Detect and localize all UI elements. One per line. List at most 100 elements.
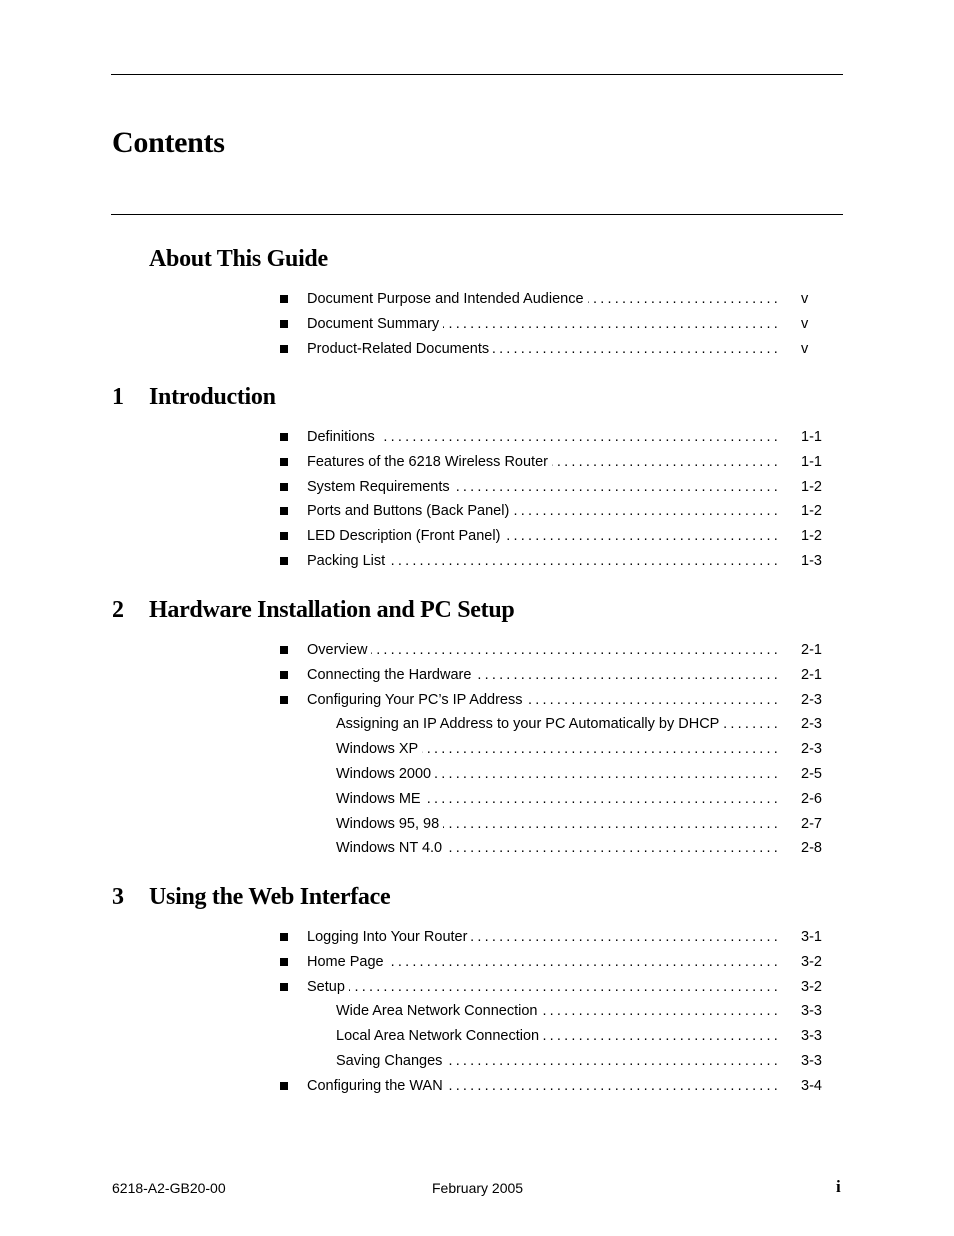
toc-entry[interactable]: Features of the 6218 Wireless Router....… <box>0 453 954 478</box>
entry-page-number[interactable]: 2-3 <box>801 691 822 709</box>
entry-page-number[interactable]: v <box>801 340 808 358</box>
entry-label[interactable]: Windows 95, 98 <box>336 815 443 833</box>
toc-entry[interactable]: System Requirements.....................… <box>0 478 954 503</box>
toc-entry[interactable]: Home Page...............................… <box>0 953 954 978</box>
toc-entry[interactable]: Product-Related Documents...............… <box>0 340 954 365</box>
toc-entry[interactable]: LED Description (Front Panel)...........… <box>0 527 954 552</box>
section-title: Using the Web Interface <box>149 884 391 910</box>
dot-leader: ........................................… <box>447 1077 781 1094</box>
entry-label[interactable]: System Requirements <box>307 478 454 496</box>
square-bullet-icon <box>280 1081 288 1090</box>
toc-entry[interactable]: Overview................................… <box>0 641 954 666</box>
entry-label[interactable]: Definitions <box>307 428 379 446</box>
toc-subentry[interactable]: Windows 2000............................… <box>0 765 954 790</box>
entry-page-number[interactable]: 1-1 <box>801 453 822 471</box>
entry-label[interactable]: Windows 2000 <box>336 765 435 783</box>
toc-entry[interactable]: Definitions.............................… <box>0 428 954 453</box>
entry-page-number[interactable]: 3-3 <box>801 1027 822 1045</box>
entry-label[interactable]: Setup <box>307 978 349 996</box>
entry-label[interactable]: Packing List <box>307 552 389 570</box>
dot-leader: ........................................… <box>435 765 781 782</box>
entry-page-number[interactable]: 3-4 <box>801 1077 822 1095</box>
entry-label[interactable]: Document Summary <box>307 315 443 333</box>
entry-label[interactable]: Windows ME <box>336 790 425 808</box>
square-bullet-icon <box>280 457 288 466</box>
entry-page-number[interactable]: 2-3 <box>801 715 822 733</box>
toc-subentry[interactable]: Windows NT 4.0..........................… <box>0 839 954 864</box>
toc-entry[interactable]: Ports and Buttons (Back Panel)..........… <box>0 502 954 527</box>
entry-main: Assigning an IP Address to your PC Autom… <box>336 715 781 733</box>
entry-label[interactable]: Overview <box>307 641 371 659</box>
toc-subentry[interactable]: Windows XP..............................… <box>0 740 954 765</box>
toc-entry[interactable]: Configuring the WAN.....................… <box>0 1077 954 1102</box>
toc-entry[interactable]: Document Purpose and Intended Audience..… <box>0 290 954 315</box>
section-heading: 2 Hardware Installation and PC Setup <box>0 597 954 627</box>
entry-label[interactable]: Configuring Your PC’s IP Address <box>307 691 527 709</box>
entry-label[interactable]: Local Area Network Connection <box>336 1027 543 1045</box>
square-bullet-icon <box>280 532 288 541</box>
footer-date: February 2005 <box>432 1180 524 1196</box>
entry-page-number[interactable]: 2-7 <box>801 815 822 833</box>
entry-main: Logging Into Your Router................… <box>307 928 781 946</box>
entry-label[interactable]: Product-Related Documents <box>307 340 493 358</box>
entry-page-number[interactable]: 3-3 <box>801 1052 822 1070</box>
entry-page-number[interactable]: 2-5 <box>801 765 822 783</box>
entry-page-number[interactable]: 2-8 <box>801 839 822 857</box>
toc-subentry[interactable]: Windows 95, 98..........................… <box>0 815 954 840</box>
entry-page-number[interactable]: 1-2 <box>801 527 822 545</box>
entry-page-number[interactable]: 1-3 <box>801 552 822 570</box>
entry-main: Saving Changes..........................… <box>336 1052 781 1070</box>
entry-page-number[interactable]: 3-2 <box>801 978 822 996</box>
toc-subentry[interactable]: Assigning an IP Address to your PC Autom… <box>0 715 954 740</box>
entry-label[interactable]: LED Description (Front Panel) <box>307 527 504 545</box>
entry-page-number[interactable]: 1-2 <box>801 478 822 496</box>
toc-subentry[interactable]: Local Area Network Connection...........… <box>0 1027 954 1052</box>
toc-section-introduction: 1 Introduction Definitions..............… <box>0 384 954 577</box>
entry-label[interactable]: Connecting the Hardware <box>307 666 475 684</box>
entry-main: Configuring the WAN.....................… <box>307 1077 781 1095</box>
entry-label[interactable]: Ports and Buttons (Back Panel) <box>307 502 513 520</box>
entry-page-number[interactable]: 2-6 <box>801 790 822 808</box>
toc-section-about: About This Guide Document Purpose and In… <box>0 246 954 364</box>
toc-entry[interactable]: Logging Into Your Router................… <box>0 928 954 953</box>
entry-label[interactable]: Assigning an IP Address to your PC Autom… <box>336 715 723 733</box>
entry-page-number[interactable]: 3-3 <box>801 1002 822 1020</box>
square-bullet-icon <box>280 319 288 328</box>
section-heading: 3 Using the Web Interface <box>0 884 954 914</box>
square-bullet-icon <box>280 295 288 303</box>
entry-label[interactable]: Saving Changes <box>336 1052 446 1070</box>
entry-label[interactable]: Wide Area Network Connection <box>336 1002 542 1020</box>
entry-page-number[interactable]: 3-2 <box>801 953 822 971</box>
entry-main: Packing List............................… <box>307 552 781 570</box>
toc-subentry[interactable]: Windows ME..............................… <box>0 790 954 815</box>
entry-main: Home Page...............................… <box>307 953 781 971</box>
entry-label[interactable]: Configuring the WAN <box>307 1077 447 1095</box>
entry-main: Windows XP..............................… <box>336 740 781 758</box>
toc-subentry[interactable]: Wide Area Network Connection............… <box>0 1002 954 1027</box>
toc-entry[interactable]: Configuring Your PC’s IP Address........… <box>0 691 954 716</box>
entry-page-number[interactable]: v <box>801 315 808 333</box>
toc-entry[interactable]: Connecting the Hardware.................… <box>0 666 954 691</box>
toc-subentry[interactable]: Saving Changes..........................… <box>0 1052 954 1077</box>
entry-page-number[interactable]: 1-2 <box>801 502 822 520</box>
section-title: Hardware Installation and PC Setup <box>149 597 515 623</box>
entry-label[interactable]: Home Page <box>307 953 388 971</box>
header-rule-top <box>111 74 843 75</box>
entry-page-number[interactable]: 2-1 <box>801 641 822 659</box>
entry-page-number[interactable]: 2-3 <box>801 740 822 758</box>
toc-entry[interactable]: Document Summary........................… <box>0 315 954 340</box>
entry-main: Definitions.............................… <box>307 428 781 446</box>
entry-page-number[interactable]: 1-1 <box>801 428 822 446</box>
entry-page-number[interactable]: v <box>801 290 808 308</box>
entry-label[interactable]: Windows XP <box>336 740 422 758</box>
entry-label[interactable]: Windows NT 4.0 <box>336 839 446 857</box>
toc-entry[interactable]: Setup...................................… <box>0 978 954 1003</box>
entry-label[interactable]: Features of the 6218 Wireless Router <box>307 453 552 471</box>
entry-label[interactable]: Logging Into Your Router <box>307 928 471 946</box>
entry-page-number[interactable]: 3-1 <box>801 928 822 946</box>
entry-main: LED Description (Front Panel)...........… <box>307 527 781 545</box>
entry-label[interactable]: Document Purpose and Intended Audience <box>307 290 588 308</box>
square-bullet-icon <box>280 670 288 679</box>
entry-page-number[interactable]: 2-1 <box>801 666 822 684</box>
toc-entry[interactable]: Packing List............................… <box>0 552 954 577</box>
